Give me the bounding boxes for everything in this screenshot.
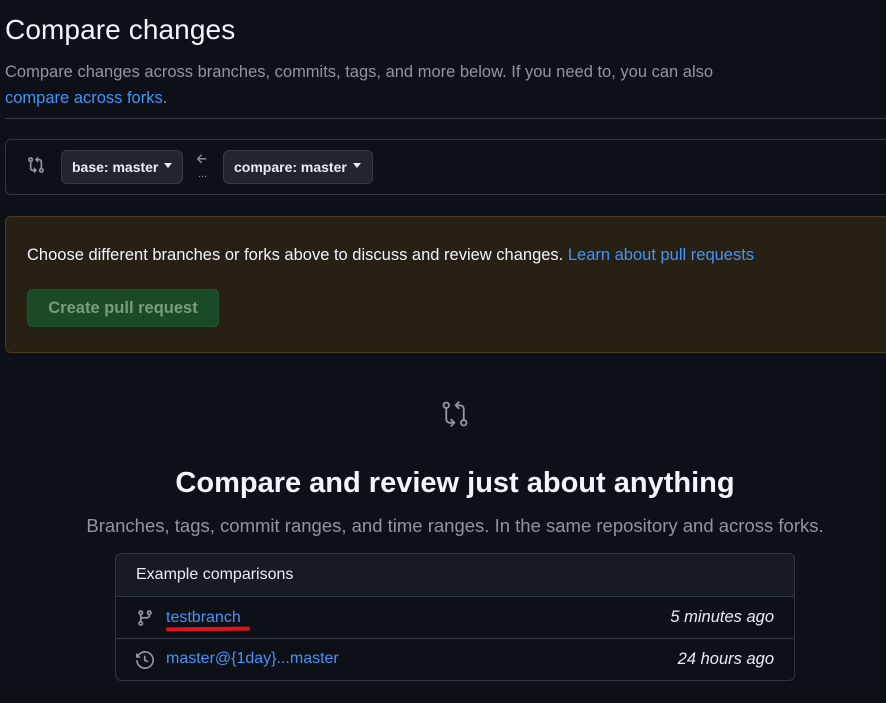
learn-pull-requests-link[interactable]: Learn about pull requests [568, 246, 754, 264]
red-underline-annotation [165, 626, 251, 632]
base-branch-label: base: master [72, 159, 159, 175]
master-range-link[interactable]: master@{1day}...master [166, 650, 339, 668]
chevron-down-icon [164, 162, 173, 168]
subtitle-text: Compare changes across branches, commits… [5, 63, 714, 81]
compare-page: Compare changes Compare changes across b… [0, 0, 886, 703]
git-compare-icon [28, 156, 44, 174]
create-pull-request-button[interactable]: Create pull request [27, 289, 219, 327]
compare-branch-button[interactable]: compare: master [223, 150, 373, 184]
history-icon [136, 651, 154, 669]
flash-message: Choose different branches or forks above… [27, 246, 754, 265]
compare-across-forks-link[interactable]: compare across forks [5, 89, 163, 107]
range-editor: base: master ... compare: master [5, 139, 886, 195]
compare-branch-label: compare: master [234, 159, 347, 175]
blankslate-title: Compare and review just about anything [175, 467, 735, 499]
page-subtitle: Compare changes across branches, commits… [5, 59, 875, 111]
range-dots: ... [198, 168, 208, 180]
row-timestamp: 5 minutes ago [670, 608, 774, 626]
base-branch-button[interactable]: base: master [61, 150, 183, 184]
chevron-down-icon [352, 162, 361, 168]
example-row[interactable]: master@{1day}...master 24 hours ago [116, 638, 794, 679]
example-comparisons-box: Example comparisons testbranch 5 minutes… [115, 553, 795, 681]
git-compare-icon [442, 401, 468, 427]
blankslate-subtitle: Branches, tags, commit ranges, and time … [86, 515, 824, 536]
row-timestamp: 24 hours ago [677, 649, 774, 668]
arrow-left-icon [196, 154, 207, 164]
flash-notice: Choose different branches or forks above… [5, 216, 886, 353]
git-branch-icon [138, 610, 152, 626]
example-comparisons-header: Example comparisons [116, 554, 794, 597]
testbranch-link[interactable]: testbranch [166, 609, 241, 627]
subtitle-period: . [162, 89, 168, 107]
page-title: Compare changes [5, 14, 236, 45]
flash-text: Choose different branches or forks above… [27, 246, 564, 264]
example-row[interactable]: testbranch 5 minutes ago [116, 597, 794, 638]
header-divider [5, 118, 886, 119]
